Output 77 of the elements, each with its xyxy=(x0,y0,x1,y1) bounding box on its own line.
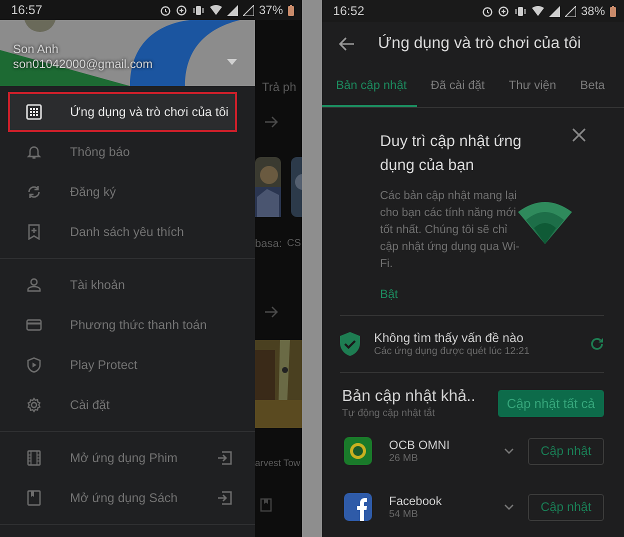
shield-check-icon xyxy=(340,332,360,356)
menu-item[interactable]: Ứng dụng và trò chơi của tôi xyxy=(8,92,237,132)
book-icon xyxy=(260,498,272,512)
alarm-icon xyxy=(482,6,493,16)
wifi-icon xyxy=(518,200,572,244)
battery-icon xyxy=(610,6,616,16)
menu-item[interactable]: Tài khoản xyxy=(8,265,247,305)
app-name: OCB OMNI xyxy=(389,438,451,452)
signal-icon xyxy=(242,4,254,16)
battery-level: 37% xyxy=(258,3,283,17)
signal-icon xyxy=(226,4,238,16)
arrow-icon xyxy=(265,116,279,128)
vibrate-icon xyxy=(514,6,527,16)
promo-text: Các bản cập nhật mang lại cho bạn các tính năng mới tốt nhất. Chúng tôi sẽ chỉ cập nhật ứng dụng qua Wi-Fi. xyxy=(380,189,520,272)
grid-icon xyxy=(26,104,42,120)
section-title: Bản cập nhật khả.. xyxy=(342,388,476,406)
exit-icon xyxy=(217,451,233,465)
data-saver-icon xyxy=(498,6,509,16)
settings-icon xyxy=(26,397,42,413)
menu-item[interactable]: Đăng ký xyxy=(8,172,247,212)
refresh-icon[interactable] xyxy=(590,337,604,351)
update-all-button[interactable]: Cập nhật tất cả xyxy=(498,390,604,417)
data-saver-icon xyxy=(176,4,187,16)
bell-icon xyxy=(26,144,42,160)
app-name: Facebook xyxy=(389,494,443,508)
auto-update-status: Tự động cập nhật tắt xyxy=(342,408,436,419)
menu-item[interactable]: Cài đặt xyxy=(8,385,247,425)
person-icon xyxy=(26,277,42,293)
tab-label: Trả ph xyxy=(262,80,296,94)
card-icon xyxy=(26,317,42,333)
chevron-icon[interactable] xyxy=(504,504,514,510)
menu-item[interactable]: Play Protect xyxy=(8,345,247,385)
app-icon xyxy=(344,437,372,465)
app-icon xyxy=(344,493,372,521)
wifi-icon xyxy=(532,6,544,16)
tab[interactable]: Thư viện xyxy=(494,65,566,107)
arrow-icon xyxy=(265,306,279,318)
signal-icon xyxy=(548,6,560,16)
scan-time: Các ứng dụng được quét lúc 12:21 xyxy=(374,346,531,357)
menu-item[interactable]: Mở ứng dụng Sách xyxy=(8,478,247,518)
bookmark-icon xyxy=(26,224,42,240)
tab[interactable]: Bản cập nhật xyxy=(322,65,417,107)
game-caption: basa: xyxy=(255,238,282,250)
close-icon[interactable] xyxy=(572,128,586,142)
back-icon[interactable] xyxy=(338,36,354,50)
vibrate-icon xyxy=(192,4,205,16)
signal-icon xyxy=(564,6,576,16)
menu-item[interactable]: Thông báo xyxy=(8,132,247,172)
app-size: 54 MB xyxy=(389,509,419,520)
alarm-icon xyxy=(160,4,171,16)
film-icon xyxy=(26,450,42,466)
book-icon xyxy=(26,490,42,506)
promo-title: Duy trì cập nhật ứng dụng của bạn xyxy=(380,132,522,176)
app-size: 26 MB xyxy=(389,453,419,464)
tab[interactable]: Đã cài đặt xyxy=(416,65,495,107)
shield-icon xyxy=(26,357,42,373)
chevron-icon[interactable] xyxy=(504,448,514,454)
enable-link[interactable]: Bật xyxy=(380,287,398,301)
status-time: 16:57 xyxy=(11,3,42,17)
exit-icon xyxy=(217,491,233,505)
tab[interactable]: Beta xyxy=(566,65,615,107)
caret-icon[interactable] xyxy=(227,59,237,65)
account-name: Son Anh xyxy=(13,42,60,56)
status-title: Không tìm thấy vấn đề nào xyxy=(374,331,524,345)
menu-item[interactable]: Danh sách yêu thích xyxy=(8,212,247,252)
menu-item[interactable]: Mở ứng dụng Phim xyxy=(8,438,247,478)
page-title: Ứng dụng và trò chơi của tôi xyxy=(378,34,581,52)
game-caption: CS xyxy=(287,238,301,249)
battery-icon xyxy=(288,4,294,16)
refresh-icon xyxy=(26,184,42,200)
update-button[interactable]: Cập nhật xyxy=(528,494,604,520)
menu-item[interactable]: Phương thức thanh toán xyxy=(8,305,247,345)
update-button[interactable]: Cập nhật xyxy=(528,438,604,464)
game-title: arvest Tow xyxy=(255,458,300,469)
status-time: 16:52 xyxy=(333,4,364,18)
wifi-icon xyxy=(210,5,222,15)
battery-level: 38% xyxy=(580,4,605,18)
